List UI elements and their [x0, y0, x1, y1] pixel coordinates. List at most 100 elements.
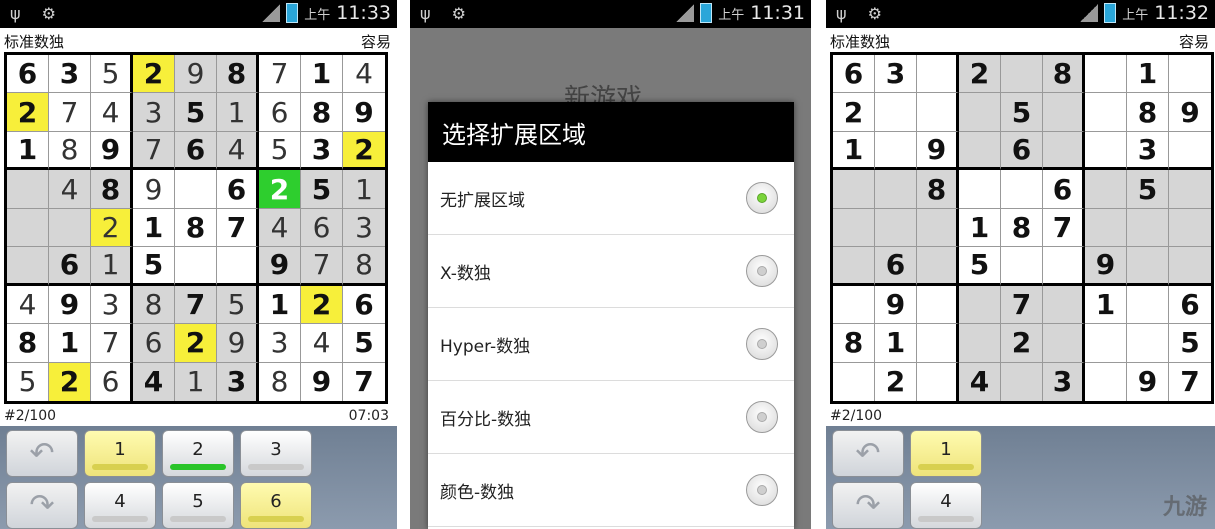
- sudoku-cell[interactable]: 9: [343, 93, 385, 132]
- sudoku-cell[interactable]: 9: [1127, 362, 1169, 401]
- sudoku-cell[interactable]: 1: [343, 170, 385, 209]
- sudoku-cell[interactable]: 6: [49, 247, 91, 286]
- number-button-3[interactable]: 3: [240, 430, 312, 477]
- sudoku-cell[interactable]: 7: [301, 247, 343, 286]
- sudoku-cell[interactable]: [917, 247, 959, 286]
- sudoku-cell[interactable]: [1127, 247, 1169, 286]
- sudoku-cell[interactable]: 6: [133, 324, 175, 363]
- sudoku-cell[interactable]: 8: [217, 55, 259, 94]
- sudoku-cell[interactable]: 1: [133, 208, 175, 248]
- sudoku-cell[interactable]: 8: [1127, 93, 1169, 132]
- sudoku-cell[interactable]: 7: [343, 363, 385, 401]
- sudoku-cell[interactable]: [917, 93, 959, 132]
- sudoku-cell[interactable]: 1: [1127, 55, 1169, 94]
- sudoku-cell[interactable]: [959, 170, 1001, 209]
- sudoku-cell[interactable]: 8: [343, 247, 385, 286]
- sudoku-cell[interactable]: [833, 247, 875, 286]
- sudoku-cell[interactable]: [1127, 208, 1169, 248]
- option-none[interactable]: 无扩展区域: [428, 162, 794, 235]
- sudoku-cell[interactable]: 9: [133, 170, 175, 209]
- sudoku-board[interactable]: 63281258919638651876599716812524397: [830, 52, 1214, 404]
- number-button-1[interactable]: 1: [910, 430, 982, 477]
- sudoku-cell[interactable]: [1169, 132, 1211, 171]
- sudoku-cell[interactable]: 4: [343, 55, 385, 94]
- sudoku-cell[interactable]: 3: [259, 324, 301, 363]
- sudoku-cell[interactable]: [1169, 170, 1211, 209]
- sudoku-cell[interactable]: [917, 55, 959, 94]
- option-color-sudoku[interactable]: 颜色-数独: [428, 454, 794, 527]
- sudoku-cell[interactable]: [1043, 93, 1085, 132]
- radio-icon[interactable]: [746, 255, 778, 287]
- sudoku-cell[interactable]: 3: [49, 55, 91, 94]
- sudoku-cell[interactable]: 1: [1085, 285, 1127, 325]
- sudoku-cell[interactable]: 2: [49, 362, 91, 401]
- sudoku-cell[interactable]: [917, 285, 959, 325]
- radio-selected-icon[interactable]: [746, 182, 778, 214]
- sudoku-cell[interactable]: [1043, 247, 1085, 286]
- sudoku-cell[interactable]: 5: [7, 362, 49, 401]
- sudoku-cell[interactable]: 6: [343, 286, 385, 325]
- sudoku-cell[interactable]: 2: [133, 55, 175, 94]
- sudoku-cell[interactable]: 5: [259, 131, 301, 171]
- sudoku-cell[interactable]: [875, 93, 917, 132]
- sudoku-cell[interactable]: 1: [959, 208, 1001, 248]
- sudoku-cell[interactable]: [1169, 247, 1211, 286]
- sudoku-cell[interactable]: 8: [917, 170, 959, 209]
- option-percent-sudoku[interactable]: 百分比-数独: [428, 381, 794, 454]
- sudoku-cell[interactable]: [1001, 247, 1043, 286]
- sudoku-cell[interactable]: [875, 170, 917, 209]
- sudoku-cell[interactable]: 6: [259, 93, 301, 132]
- sudoku-cell[interactable]: 7: [1001, 285, 1043, 325]
- sudoku-cell[interactable]: 5: [343, 324, 385, 363]
- sudoku-cell[interactable]: 7: [49, 93, 91, 132]
- sudoku-cell[interactable]: [1127, 285, 1169, 325]
- sudoku-cell[interactable]: 8: [7, 324, 49, 363]
- sudoku-cell[interactable]: [1043, 131, 1085, 171]
- sudoku-cell[interactable]: [917, 324, 959, 363]
- sudoku-cell[interactable]: 8: [1043, 55, 1085, 94]
- number-button-6[interactable]: 6: [240, 482, 312, 529]
- sudoku-cell[interactable]: 1: [175, 362, 217, 401]
- sudoku-cell[interactable]: 7: [175, 285, 217, 325]
- sudoku-cell[interactable]: 8: [259, 362, 301, 401]
- sudoku-cell[interactable]: [1085, 362, 1127, 401]
- sudoku-cell[interactable]: [917, 208, 959, 248]
- sudoku-cell[interactable]: [1085, 324, 1127, 363]
- sudoku-cell[interactable]: 5: [133, 247, 175, 286]
- sudoku-cell[interactable]: 2: [301, 285, 343, 325]
- sudoku-cell[interactable]: 9: [175, 55, 217, 94]
- sudoku-cell[interactable]: 4: [91, 93, 133, 132]
- sudoku-cell[interactable]: [1169, 208, 1211, 248]
- sudoku-cell[interactable]: 8: [1001, 208, 1043, 248]
- sudoku-cell[interactable]: 7: [1043, 208, 1085, 248]
- number-button-4[interactable]: 4: [910, 482, 982, 529]
- sudoku-cell[interactable]: 6: [91, 362, 133, 401]
- radio-icon[interactable]: [746, 328, 778, 360]
- sudoku-cell[interactable]: 8: [91, 170, 133, 209]
- sudoku-cell[interactable]: 4: [7, 285, 49, 325]
- sudoku-cell[interactable]: 5: [175, 93, 217, 132]
- sudoku-cell[interactable]: [959, 93, 1001, 132]
- sudoku-cell[interactable]: 9: [1169, 93, 1211, 132]
- number-button-4[interactable]: 4: [84, 482, 156, 529]
- sudoku-cell[interactable]: 3: [133, 93, 175, 132]
- sudoku-cell[interactable]: 6: [1169, 286, 1211, 325]
- sudoku-cell[interactable]: 2: [959, 55, 1001, 94]
- sudoku-cell[interactable]: [1043, 285, 1085, 325]
- sudoku-cell[interactable]: 7: [259, 55, 301, 94]
- sudoku-cell[interactable]: 7: [133, 131, 175, 171]
- sudoku-cell[interactable]: 4: [217, 131, 259, 171]
- sudoku-cell[interactable]: 2: [91, 208, 133, 248]
- sudoku-cell[interactable]: 6: [1043, 170, 1085, 209]
- sudoku-cell[interactable]: 1: [875, 324, 917, 363]
- sudoku-cell[interactable]: 8: [133, 285, 175, 325]
- sudoku-cell[interactable]: [1169, 55, 1211, 94]
- sudoku-cell[interactable]: 5: [217, 285, 259, 325]
- sudoku-cell[interactable]: 3: [217, 362, 259, 401]
- sudoku-cell[interactable]: 9: [301, 362, 343, 401]
- sudoku-cell[interactable]: 9: [91, 131, 133, 171]
- radio-icon[interactable]: [746, 474, 778, 506]
- sudoku-cell[interactable]: [1085, 208, 1127, 248]
- sudoku-cell[interactable]: 5: [1001, 93, 1043, 132]
- undo-button[interactable]: ↶: [6, 430, 78, 477]
